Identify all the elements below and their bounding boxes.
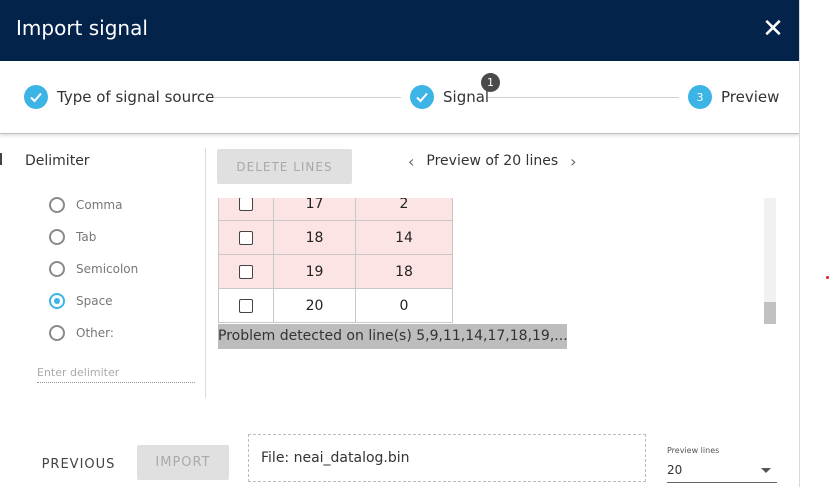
dialog-title: Import signal bbox=[16, 16, 148, 40]
preview-lines-value: 20 bbox=[667, 463, 683, 477]
table-cell: 18 bbox=[273, 220, 356, 255]
table-row: 20 0 bbox=[218, 288, 453, 323]
preview-table: 17 2 18 14 19 18 20 0 bbox=[218, 198, 456, 324]
delimiter-input[interactable] bbox=[37, 362, 195, 383]
problem-message: Problem detected on line(s) 5,9,11,14,17… bbox=[218, 324, 567, 349]
step-connector bbox=[214, 97, 401, 98]
row-select-cell[interactable] bbox=[218, 288, 274, 323]
step-signal[interactable]: Signal bbox=[410, 84, 489, 110]
check-icon bbox=[410, 85, 434, 109]
file-name: File: neai_datalog.bin bbox=[261, 450, 410, 466]
check-icon bbox=[24, 85, 48, 109]
preview-lines-select[interactable]: 20 bbox=[667, 461, 777, 483]
step-type-of-signal-source[interactable]: Type of signal source bbox=[24, 84, 214, 110]
table-cell: 18 bbox=[355, 254, 453, 289]
row-checkbox[interactable] bbox=[239, 198, 253, 211]
step-number: 3 bbox=[688, 85, 712, 109]
radio-button[interactable] bbox=[49, 261, 65, 277]
radio-label: Space bbox=[76, 294, 113, 308]
table-row: 18 14 bbox=[218, 220, 453, 255]
delimiter-title: Delimiter bbox=[25, 153, 90, 169]
radio-label: Semicolon bbox=[76, 262, 139, 276]
table-cell: 0 bbox=[355, 288, 453, 323]
preview-lines-label: Preview lines bbox=[667, 446, 720, 455]
radio-semicolon[interactable]: Semicolon bbox=[49, 258, 138, 280]
radio-button[interactable] bbox=[49, 197, 65, 213]
radio-label: Tab bbox=[76, 230, 97, 244]
stepper: Type of signal source Signal 3 Preview bbox=[0, 61, 799, 134]
radio-button[interactable] bbox=[49, 229, 65, 245]
close-icon[interactable]: ✕ bbox=[758, 14, 788, 44]
red-dot bbox=[826, 276, 829, 279]
table-cell: 17 bbox=[273, 198, 356, 221]
chevron-right-icon[interactable]: › bbox=[566, 152, 580, 171]
radio-comma[interactable]: Comma bbox=[49, 194, 122, 216]
table-cell: 2 bbox=[355, 198, 453, 221]
scrollbar-thumb[interactable] bbox=[764, 302, 776, 324]
radio-tab[interactable]: Tab bbox=[49, 226, 96, 248]
radio-label: Comma bbox=[76, 198, 123, 212]
import-button[interactable]: IMPORT bbox=[137, 445, 229, 480]
row-checkbox[interactable] bbox=[239, 298, 253, 313]
preview-navigation: ‹ Preview of 20 lines › bbox=[404, 151, 581, 171]
delete-lines-button[interactable]: DELETE LINES bbox=[217, 149, 352, 184]
radio-other[interactable]: Other: bbox=[49, 322, 114, 344]
step-preview[interactable]: 3 Preview bbox=[688, 84, 779, 110]
row-select-cell[interactable] bbox=[218, 220, 274, 255]
step-label: Preview bbox=[721, 88, 780, 106]
step-connector bbox=[488, 97, 679, 98]
previous-button[interactable]: PREVIOUS bbox=[30, 449, 127, 479]
radio-label: Other: bbox=[76, 326, 114, 340]
table-cell: 20 bbox=[273, 288, 356, 323]
radio-button-selected[interactable] bbox=[49, 293, 65, 309]
row-checkbox[interactable] bbox=[239, 230, 253, 245]
vertical-divider bbox=[205, 148, 206, 398]
preview-title: Preview of 20 lines bbox=[426, 153, 559, 169]
radio-button[interactable] bbox=[49, 325, 65, 341]
table-row: 17 2 bbox=[218, 198, 453, 221]
step-label: Type of signal source bbox=[57, 88, 215, 106]
table-row: 19 18 bbox=[218, 254, 453, 289]
notification-badge: 1 bbox=[481, 73, 500, 92]
row-checkbox[interactable] bbox=[239, 264, 253, 279]
dialog-header: Import signal ✕ bbox=[0, 0, 799, 61]
row-select-cell[interactable] bbox=[218, 254, 274, 289]
table-cell: 14 bbox=[355, 220, 453, 255]
radio-space[interactable]: Space bbox=[49, 290, 113, 312]
step-label: Signal bbox=[443, 88, 490, 106]
divider bbox=[0, 153, 2, 165]
file-dropzone[interactable]: File: neai_datalog.bin bbox=[248, 434, 646, 482]
caret-down-icon bbox=[761, 468, 771, 473]
row-select-cell[interactable] bbox=[218, 198, 274, 221]
import-signal-dialog: Import signal ✕ Type of signal source Si… bbox=[0, 0, 800, 487]
table-cell: 19 bbox=[273, 254, 356, 289]
chevron-left-icon[interactable]: ‹ bbox=[404, 152, 418, 171]
